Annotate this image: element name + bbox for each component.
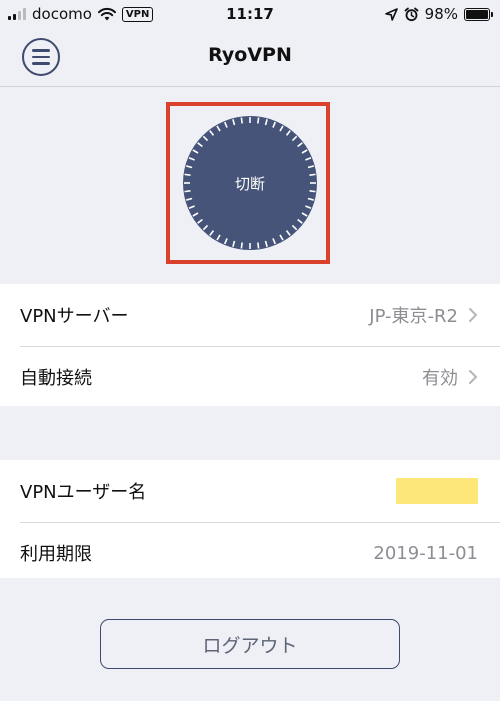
dial-tick: [301, 212, 308, 217]
dial-tick: [297, 142, 303, 148]
dial-tick: [209, 130, 215, 136]
dial-tick: [291, 224, 298, 231]
dial-tick: [232, 240, 236, 247]
account-section: VPNユーザー名 利用期限 2019-11-01: [0, 460, 500, 584]
username-row: VPNユーザー名: [0, 460, 500, 522]
dial-tick: [184, 173, 191, 176]
chevron-right-icon: [469, 308, 477, 322]
dial-tick: [186, 197, 193, 201]
alarm-icon: [404, 7, 419, 21]
dial-tick: [202, 135, 209, 142]
dial-tick: [224, 121, 228, 128]
dial-tick: [305, 157, 312, 161]
dial-tick: [264, 119, 268, 126]
logout-button[interactable]: ログアウト: [100, 619, 400, 669]
dial-tick: [216, 125, 221, 132]
auto-connect-value: 有効: [422, 368, 458, 389]
expiry-label: 利用期限: [20, 544, 92, 565]
section-spacer: [0, 406, 500, 460]
battery-fill: [466, 9, 488, 19]
dial-tick: [209, 230, 215, 236]
dial-tick: [184, 190, 191, 193]
dial-tick: [307, 165, 314, 169]
dial-tick: [186, 165, 193, 169]
settings-section: VPNサーバー JP-東京-R2 自動接続 有効: [0, 284, 500, 408]
dial-tick: [279, 234, 284, 241]
dial-tick: [197, 218, 203, 224]
status-bar: docomo VPN 11:17 98%: [0, 0, 500, 30]
vpn-server-value: JP-東京-R2: [369, 306, 458, 327]
dial-tick: [272, 121, 276, 128]
connection-dial-area: 切断: [0, 88, 500, 284]
dial-tick: [291, 135, 298, 142]
dial-tick: [305, 205, 312, 209]
nav-bar: RyoVPN: [0, 30, 500, 87]
dial-tick: [264, 240, 268, 247]
battery-percent: 98%: [424, 5, 458, 23]
dial-tick: [279, 125, 284, 132]
dial-tick: [257, 242, 260, 249]
dial-tick: [240, 242, 243, 249]
dial-tick: [307, 197, 314, 201]
dial-tick: [197, 142, 203, 148]
username-label: VPNユーザー名: [20, 482, 147, 503]
disconnect-dial-button[interactable]: 切断: [183, 116, 317, 250]
dial-tick: [216, 234, 221, 241]
dial-tick: [188, 205, 195, 209]
dial-tick: [309, 190, 316, 193]
chevron-right-icon: [469, 370, 477, 384]
dial-tick: [232, 119, 236, 126]
expiry-row: 利用期限 2019-11-01: [0, 522, 500, 584]
dial-tick: [192, 212, 199, 217]
auto-connect-label: 自動接続: [20, 368, 92, 389]
dial-tick: [301, 149, 308, 154]
dial-tick: [285, 230, 291, 236]
username-redacted-value: [396, 478, 478, 504]
location-arrow-icon: [384, 7, 398, 21]
expiry-value: 2019-11-01: [373, 542, 478, 564]
dial-tick: [224, 238, 228, 245]
dial-tick: [285, 130, 291, 136]
dial-tick: [192, 149, 199, 154]
dial-tick: [297, 218, 303, 224]
dial-tick: [188, 157, 195, 161]
dial-tick: [272, 238, 276, 245]
dial-tick: [257, 117, 260, 124]
dial-label: 切断: [234, 174, 265, 193]
auto-connect-row[interactable]: 自動接続 有効: [0, 346, 500, 408]
dial-tick: [309, 173, 316, 176]
status-right: 98%: [384, 5, 493, 23]
battery-icon: [464, 7, 493, 21]
dial-tick: [202, 224, 209, 231]
page-title: RyoVPN: [208, 44, 292, 66]
vpn-server-row[interactable]: VPNサーバー JP-東京-R2: [0, 284, 500, 346]
dial-tick: [240, 117, 243, 124]
vpn-server-label: VPNサーバー: [20, 306, 129, 327]
